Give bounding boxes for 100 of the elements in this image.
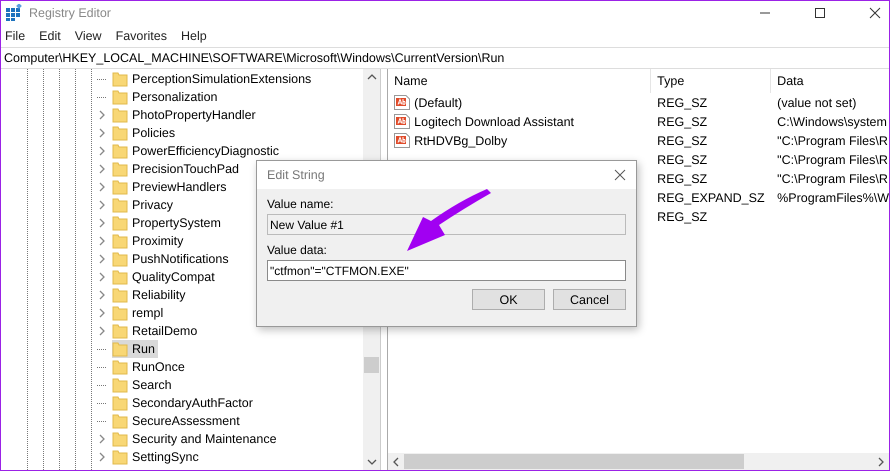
- chevron-icon[interactable]: [98, 110, 106, 120]
- scrollbar-thumb[interactable]: [404, 454, 744, 469]
- table-cell-text: %ProgramFiles%\W: [776, 190, 889, 204]
- tree-item[interactable]: PrecisionTouchPad: [112, 160, 242, 178]
- chevron-icon[interactable]: [98, 326, 106, 336]
- window-title: Registry Editor: [29, 6, 111, 20]
- close-icon[interactable]: [869, 7, 881, 19]
- chevron-icon[interactable]: [98, 308, 106, 318]
- folder-icon: [112, 413, 128, 429]
- string-value-icon: [394, 114, 410, 129]
- tree-item[interactable]: PhotoPropertyHandler: [112, 106, 259, 124]
- scrollbar-thumb[interactable]: [364, 357, 380, 373]
- folder-icon: [112, 377, 128, 393]
- folder-icon: [112, 341, 128, 357]
- table-cell: RtHDVBg_Dolby: [414, 134, 508, 148]
- tree-item[interactable]: RunOnce: [112, 358, 188, 376]
- folder-icon: [112, 269, 128, 285]
- dialog-title: Edit String: [267, 168, 325, 182]
- tree-item[interactable]: QualityCompat: [112, 268, 218, 286]
- column-header[interactable]: Data: [771, 69, 889, 93]
- tree-item[interactable]: PropertySystem: [112, 214, 224, 232]
- maximize-icon[interactable]: [814, 7, 826, 19]
- value-data-field[interactable]: "ctfmon"="CTFMON.EXE": [267, 260, 626, 281]
- chevron-icon[interactable]: [98, 254, 106, 264]
- chevron-icon[interactable]: [98, 452, 106, 462]
- tree-item[interactable]: Run: [112, 340, 158, 358]
- tree-item[interactable]: RetailDemo: [112, 322, 200, 340]
- folder-icon: [112, 107, 128, 123]
- folder-icon: [112, 143, 128, 159]
- menu-item[interactable]: File: [5, 29, 26, 43]
- table-cell: Logitech Download Assistant: [414, 114, 574, 128]
- close-icon[interactable]: [614, 169, 626, 181]
- tree-item[interactable]: Proximity: [112, 232, 186, 250]
- tree-item[interactable]: PerceptionSimulationExtensions: [112, 70, 314, 88]
- tree-item[interactable]: SecondaryAuthFactor: [112, 394, 256, 412]
- menu-item[interactable]: Edit: [39, 29, 61, 43]
- folder-icon: [112, 215, 128, 231]
- table-cell: (Default): [414, 96, 462, 110]
- scroll-down-icon[interactable]: [366, 458, 377, 466]
- chevron-icon[interactable]: [98, 182, 106, 192]
- column-header[interactable]: Type: [651, 69, 772, 93]
- menu-item[interactable]: View: [74, 29, 102, 43]
- table-cell-text: REG_SZ: [656, 134, 708, 148]
- table-cell-text: REG_SZ: [656, 210, 708, 224]
- chevron-icon[interactable]: [98, 236, 106, 246]
- tree-item[interactable]: Personalization: [112, 88, 220, 106]
- table-cell-text: C:\Windows\system: [776, 114, 888, 128]
- field-label: Value data:: [267, 243, 328, 257]
- tree-item[interactable]: SettingSync: [112, 448, 202, 466]
- scroll-right-icon[interactable]: [877, 456, 885, 466]
- string-value-icon: [394, 95, 410, 110]
- tree-item[interactable]: Search: [112, 376, 175, 394]
- value-name-field[interactable]: New Value #1: [267, 214, 626, 235]
- folder-icon: [112, 449, 128, 465]
- column-header[interactable]: Name: [388, 69, 652, 93]
- table-cell-text: (value not set): [776, 96, 858, 110]
- folder-icon: [112, 287, 128, 303]
- chevron-icon[interactable]: [98, 218, 106, 228]
- table-cell-text: "C:\Program Files\R: [776, 152, 889, 166]
- menu-item[interactable]: Help: [180, 29, 207, 43]
- ok-button[interactable]: OK: [472, 289, 545, 310]
- folder-icon: [112, 71, 128, 87]
- menu-item[interactable]: Favorites: [116, 29, 167, 43]
- tree-item[interactable]: PushNotifications: [112, 250, 232, 268]
- scroll-up-icon[interactable]: [366, 73, 377, 81]
- folder-icon: [112, 431, 128, 447]
- tree-item[interactable]: PowerEfficiencyDiagnostic: [112, 142, 282, 160]
- table-cell-text: "C:\Program Files\R: [776, 172, 889, 186]
- folder-icon: [112, 233, 128, 249]
- chevron-icon[interactable]: [98, 272, 106, 282]
- cancel-button[interactable]: Cancel: [553, 289, 626, 310]
- table-cell-text: REG_SZ: [656, 96, 708, 110]
- scroll-left-icon[interactable]: [392, 456, 400, 466]
- chevron-icon[interactable]: [98, 128, 106, 138]
- tree-item[interactable]: Security and Maintenance: [112, 430, 280, 448]
- string-value-icon: [394, 133, 410, 148]
- folder-icon: [112, 197, 128, 213]
- chevron-icon[interactable]: [98, 164, 106, 174]
- registry-icon: [5, 4, 23, 22]
- field-label: Value name:: [267, 197, 334, 211]
- folder-icon: [112, 179, 128, 195]
- chevron-icon[interactable]: [98, 290, 106, 300]
- table-cell-text: REG_SZ: [656, 114, 708, 128]
- tree-item[interactable]: Reliability: [112, 286, 188, 304]
- tree-item[interactable]: rempl: [112, 304, 166, 322]
- chevron-icon[interactable]: [98, 200, 106, 210]
- folder-icon: [112, 89, 128, 105]
- tree-item[interactable]: Privacy: [112, 196, 176, 214]
- folder-icon: [112, 395, 128, 411]
- folder-icon: [112, 161, 128, 177]
- folder-icon: [112, 305, 128, 321]
- tree-item[interactable]: PreviewHandlers: [112, 178, 230, 196]
- table-cell-text: REG_EXPAND_SZ: [656, 190, 766, 204]
- folder-icon: [112, 125, 128, 141]
- chevron-icon[interactable]: [98, 434, 106, 444]
- address-bar[interactable]: Computer\HKEY_LOCAL_MACHINE\SOFTWARE\Microsoft\Windows\CurrentVersion\Run: [1, 47, 889, 69]
- table-cell-text: REG_SZ: [656, 152, 708, 166]
- tree-item[interactable]: SecureAssessment: [112, 412, 243, 430]
- tree-item[interactable]: Policies: [112, 124, 178, 142]
- chevron-icon[interactable]: [98, 146, 106, 156]
